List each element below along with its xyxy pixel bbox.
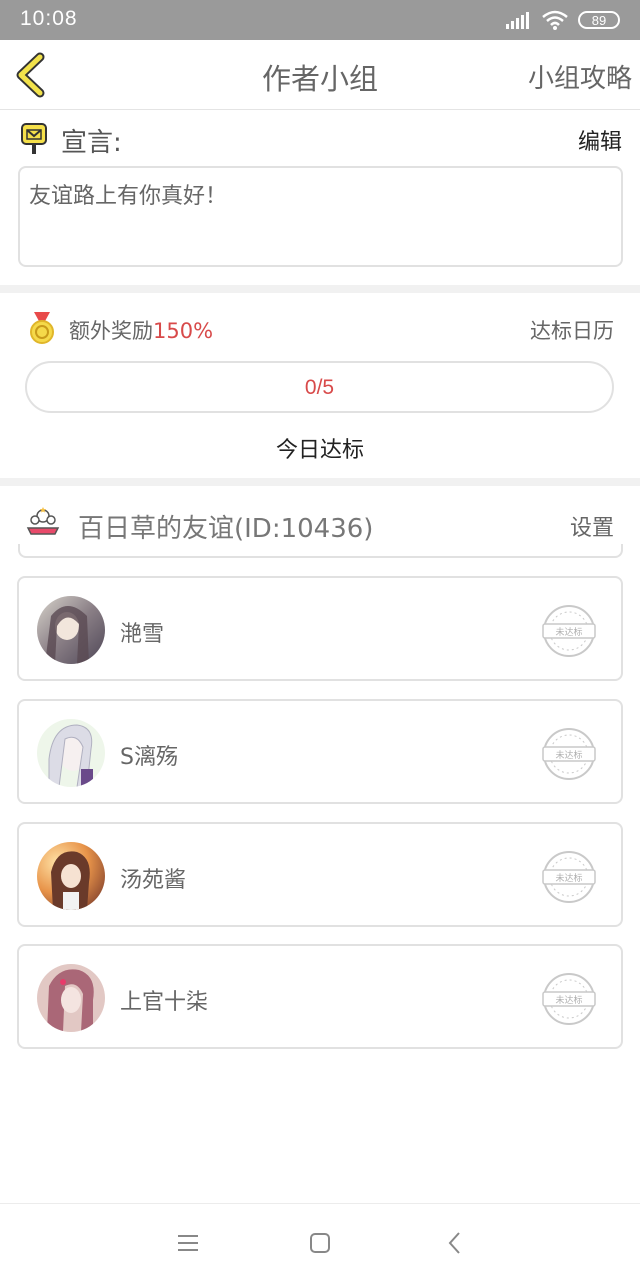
header: 作者小组 小组攻略 bbox=[0, 40, 640, 110]
reward-section: 额外奖励150% 达标日历 0/5 今日达标 bbox=[0, 293, 640, 478]
system-nav-bar bbox=[0, 1203, 640, 1280]
status-time: 10:08 bbox=[20, 7, 78, 30]
member-card[interactable]: 上官十柒 未达标 bbox=[17, 944, 623, 1049]
avatar bbox=[37, 596, 105, 664]
battery-level: 89 bbox=[591, 12, 607, 28]
today-goal-label: 今日达标 bbox=[275, 438, 364, 463]
status-bar: 10:08 89 bbox=[0, 0, 640, 40]
not-reached-stamp: 未达标 bbox=[542, 973, 596, 1025]
extra-reward-label: 额外奖励 bbox=[69, 319, 153, 343]
avatar bbox=[37, 842, 105, 910]
avatar bbox=[37, 964, 105, 1032]
group-settings-button[interactable]: 设置 bbox=[570, 510, 614, 542]
avatar bbox=[37, 719, 105, 787]
member-name: 上官十柒 bbox=[120, 990, 209, 1015]
extra-reward-percent: 150% bbox=[153, 319, 214, 343]
member-name: 汤苑酱 bbox=[120, 868, 187, 893]
manifesto-label: 宣言: bbox=[61, 128, 122, 158]
not-reached-stamp: 未达标 bbox=[542, 728, 596, 780]
menu-icon[interactable] bbox=[173, 1228, 203, 1258]
extra-reward: 额外奖励150% bbox=[69, 315, 213, 345]
not-reached-stamp: 未达标 bbox=[542, 851, 596, 903]
group-icon bbox=[26, 507, 60, 535]
section-divider bbox=[0, 478, 640, 486]
stamp-label: 未达标 bbox=[555, 626, 582, 638]
battery-icon: 89 bbox=[578, 11, 620, 29]
calendar-link[interactable]: 达标日历 bbox=[530, 315, 614, 345]
member-name: 滟雪 bbox=[120, 622, 165, 647]
medal-icon bbox=[30, 312, 54, 344]
not-reached-stamp: 未达标 bbox=[542, 605, 596, 657]
home-icon[interactable] bbox=[305, 1228, 335, 1258]
daily-progress-bar: 0/5 bbox=[25, 361, 614, 413]
stamp-label: 未达标 bbox=[555, 872, 582, 884]
manifesto-text[interactable]: 友谊路上有你真好！ bbox=[18, 166, 623, 267]
list-card-partial bbox=[18, 544, 623, 558]
manifesto-section: 宣言: 编辑 友谊路上有你真好！ bbox=[0, 110, 640, 285]
status-icons: 89 bbox=[506, 8, 620, 32]
section-divider bbox=[0, 285, 640, 293]
edit-button[interactable]: 编辑 bbox=[578, 124, 622, 156]
group-guide-link[interactable]: 小组攻略 bbox=[528, 58, 632, 95]
mailbox-icon bbox=[21, 123, 47, 154]
member-card[interactable]: S漓殇 未达标 bbox=[17, 699, 623, 804]
stamp-label: 未达标 bbox=[555, 994, 582, 1006]
stamp-label: 未达标 bbox=[555, 749, 582, 761]
back-icon[interactable] bbox=[440, 1228, 470, 1258]
wifi-icon bbox=[542, 10, 568, 30]
signal-icon bbox=[506, 12, 529, 29]
progress-text: 0/5 bbox=[304, 376, 335, 399]
group-name: 百日草的友谊(ID:10436) bbox=[78, 514, 374, 544]
member-card[interactable]: 滟雪 未达标 bbox=[17, 576, 623, 681]
member-card[interactable]: 汤苑酱 未达标 bbox=[17, 822, 623, 927]
member-name: S漓殇 bbox=[120, 745, 178, 770]
